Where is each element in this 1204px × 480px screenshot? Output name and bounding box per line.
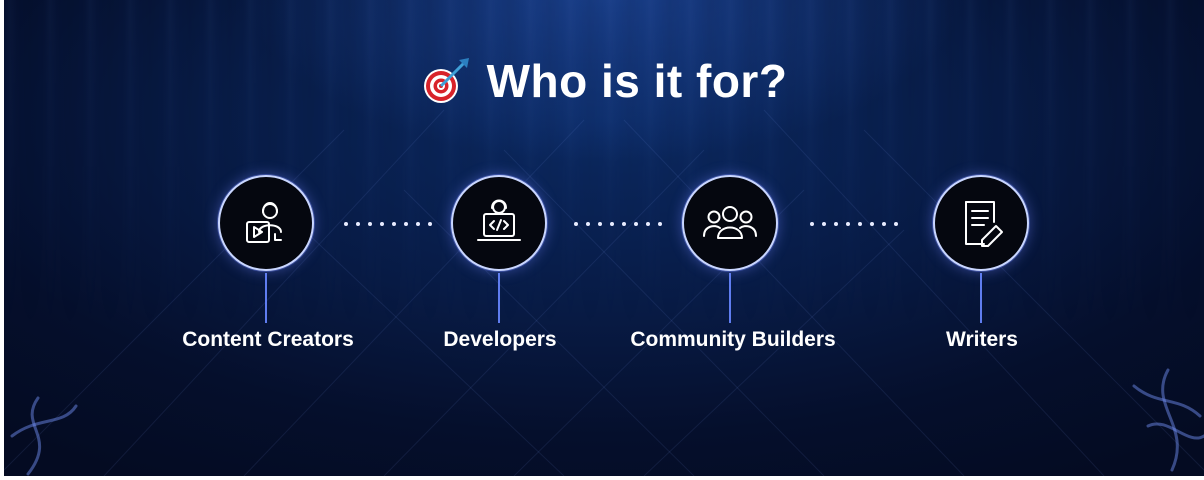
decorative-swirl-right bbox=[1132, 368, 1204, 472]
dotted-connector bbox=[344, 222, 432, 226]
section-title: Who is it for? bbox=[4, 54, 1204, 108]
connector-stem bbox=[729, 273, 731, 323]
connector-stem bbox=[980, 273, 982, 323]
audience-node-content-creators bbox=[218, 175, 314, 271]
dotted-connector bbox=[574, 222, 662, 226]
content-creator-icon bbox=[246, 202, 282, 243]
connector-stem bbox=[498, 273, 500, 323]
audience-label-content-creators: Content Creators bbox=[182, 328, 354, 351]
page-title: Who is it for? bbox=[486, 55, 788, 107]
audience-label-developers: Developers bbox=[443, 328, 557, 351]
dotted-connector bbox=[810, 222, 898, 226]
audience-label-writers: Writers bbox=[946, 328, 1018, 351]
document-pen-icon bbox=[965, 201, 1003, 247]
audience-label-community-builders: Community Builders bbox=[630, 328, 836, 351]
audience-node-writers bbox=[933, 175, 1029, 271]
audience-node-developers bbox=[451, 175, 547, 271]
developer-laptop-icon bbox=[477, 199, 521, 241]
who-is-it-for-banner: Who is it for? Content Creators Develope… bbox=[4, 0, 1204, 476]
audience-node-community-builders bbox=[682, 175, 778, 271]
target-dart-icon bbox=[423, 58, 469, 103]
connector-stem bbox=[265, 273, 267, 323]
decorative-swirl-left bbox=[10, 396, 78, 476]
community-group-icon bbox=[703, 206, 757, 239]
